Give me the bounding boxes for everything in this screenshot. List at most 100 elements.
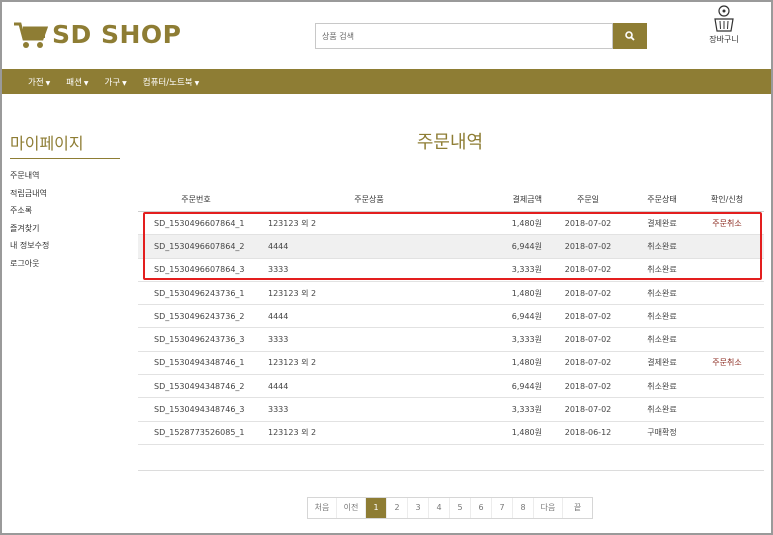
order-no[interactable]: SD_1530496243736_3 xyxy=(138,335,254,344)
sidebar-item-address-book[interactable]: 주소록 xyxy=(10,202,120,220)
search-button[interactable] xyxy=(613,23,647,49)
table-row: SD_1530494348746_1 123123 외 2 1,480원 201… xyxy=(138,352,764,376)
product-name: 123123 외 2 xyxy=(268,218,317,228)
order-date: 2018-07-02 xyxy=(564,335,612,345)
page-button-8[interactable]: 8 xyxy=(513,498,534,518)
cancel-order-button[interactable]: 주문취소 xyxy=(690,218,764,229)
sidebar-item-orders[interactable]: 주문내역 xyxy=(10,167,120,185)
order-status: 취소완료 xyxy=(647,288,677,298)
table-header: 주문번호 주문상품 결제금액 주문일 주문상태 확인/신청 xyxy=(138,188,764,212)
shopping-cart-icon xyxy=(14,22,48,48)
order-status: 취소완료 xyxy=(647,381,677,391)
order-date: 2018-07-02 xyxy=(564,288,612,298)
basket-link[interactable]: 장바구니 xyxy=(703,5,745,45)
order-status: 취소완료 xyxy=(647,241,677,251)
basket-label: 장바구니 xyxy=(709,35,739,44)
sidebar: 마이페이지 주문내역 적립금내역 주소록 즐겨찾기 내 정보수정 로그아웃 xyxy=(10,130,120,272)
order-status: 결제완료 xyxy=(647,358,677,368)
header-order-no: 주문번호 xyxy=(181,195,211,204)
order-no[interactable]: SD_1530494348746_2 xyxy=(138,382,254,391)
sidebar-item-logout[interactable]: 로그아웃 xyxy=(10,255,120,273)
amount: 3,333원 xyxy=(511,265,542,275)
table-row: SD_1530496243736_3 3333 3,333원 2018-07-0… xyxy=(138,328,764,352)
product-name: 4444 xyxy=(268,311,289,321)
table-row: SD_1530494348746_3 3333 3,333원 2018-07-0… xyxy=(138,398,764,422)
nav-item-computers[interactable]: 컴퓨터/노트북 ▼ xyxy=(143,76,199,88)
product-name: 3333 xyxy=(268,405,289,415)
amount: 1,480원 xyxy=(511,358,542,368)
page-button-2[interactable]: 2 xyxy=(387,498,408,518)
sidebar-title: 마이페이지 xyxy=(10,130,120,159)
nav-item-label: 가구 xyxy=(104,77,121,88)
header: SD SHOP 장바구니 xyxy=(0,0,773,69)
caret-down-icon: ▼ xyxy=(83,79,89,87)
table-row: SD_1530496607864_1 123123 외 2 1,480원 201… xyxy=(138,212,764,236)
page-button-6[interactable]: 6 xyxy=(471,498,492,518)
page-button-3[interactable]: 3 xyxy=(408,498,429,518)
amount: 1,480원 xyxy=(511,288,542,298)
order-status: 결제완료 xyxy=(647,218,677,228)
order-date: 2018-06-12 xyxy=(564,428,612,438)
sidebar-item-favorites[interactable]: 즐겨찾기 xyxy=(10,220,120,238)
page-button-4[interactable]: 4 xyxy=(429,498,450,518)
table-row: SD_1528773526085_1 123123 외 2 1,480원 201… xyxy=(138,422,764,445)
nav-item-label: 컴퓨터/노트북 xyxy=(142,77,193,88)
amount: 6,944원 xyxy=(511,311,542,321)
order-no[interactable]: SD_1530496243736_1 xyxy=(138,289,254,298)
nav-item-furniture[interactable]: 가구 ▼ xyxy=(105,76,127,88)
page-last-button[interactable]: 끝 xyxy=(563,498,592,518)
order-no[interactable]: SD_1530496607864_1 xyxy=(138,219,254,228)
header-product: 주문상품 xyxy=(354,195,384,204)
page-button-5[interactable]: 5 xyxy=(450,498,471,518)
order-status: 취소완료 xyxy=(647,311,677,321)
amount: 6,944원 xyxy=(511,381,542,391)
product-name: 4444 xyxy=(268,241,289,251)
order-no[interactable]: SD_1530496243736_2 xyxy=(138,312,254,321)
product-name: 123123 외 2 xyxy=(268,358,317,368)
page-next-button[interactable]: 다음 xyxy=(534,498,563,518)
order-date: 2018-07-02 xyxy=(564,218,612,228)
sidebar-item-points[interactable]: 적립금내역 xyxy=(10,185,120,203)
order-status: 취소완료 xyxy=(647,335,677,345)
order-status: 구매확정 xyxy=(647,428,677,438)
table-bottom-divider xyxy=(138,470,764,471)
order-date: 2018-07-02 xyxy=(564,358,612,368)
nav-item-appliances[interactable]: 가전 ▼ xyxy=(28,76,50,88)
amount: 3,333원 xyxy=(511,405,542,415)
page-button-7[interactable]: 7 xyxy=(492,498,513,518)
search-icon xyxy=(625,31,635,41)
caret-down-icon: ▼ xyxy=(45,79,51,87)
table-row: SD_1530496607864_3 3333 3,333원 2018-07-0… xyxy=(138,259,764,282)
product-name: 4444 xyxy=(268,381,289,391)
product-name: 123123 외 2 xyxy=(268,428,317,438)
amount: 6,944원 xyxy=(511,241,542,251)
table-row: SD_1530494348746_2 4444 6,944원 2018-07-0… xyxy=(138,375,764,399)
order-no[interactable]: SD_1530496607864_3 xyxy=(138,265,254,274)
amount: 3,333원 xyxy=(511,335,542,345)
page-first-button[interactable]: 처음 xyxy=(308,498,337,518)
order-date: 2018-07-02 xyxy=(564,241,612,251)
order-no[interactable]: SD_1530494348746_1 xyxy=(138,358,254,367)
main-nav: 가전 ▼ 패션 ▼ 가구 ▼ 컴퓨터/노트북 ▼ xyxy=(2,69,771,94)
order-date: 2018-07-02 xyxy=(564,405,612,415)
header-date: 주문일 xyxy=(576,195,600,204)
order-no[interactable]: SD_1530496607864_2 xyxy=(138,242,254,251)
basket-icon xyxy=(714,5,734,32)
caret-down-icon: ▼ xyxy=(122,79,127,87)
logo-text: SD SHOP xyxy=(52,20,182,49)
order-no[interactable]: SD_1528773526085_1 xyxy=(138,428,254,437)
amount: 1,480원 xyxy=(511,218,542,228)
product-name: 3333 xyxy=(268,335,289,345)
search-input[interactable] xyxy=(315,23,613,49)
order-no[interactable]: SD_1530494348746_3 xyxy=(138,405,254,414)
order-date: 2018-07-02 xyxy=(564,381,612,391)
nav-item-fashion[interactable]: 패션 ▼ xyxy=(66,76,88,88)
table-row: SD_1530496607864_2 4444 6,944원 2018-07-0… xyxy=(138,235,764,259)
page-title: 주문내역 xyxy=(416,132,484,153)
cancel-order-button[interactable]: 주문취소 xyxy=(690,357,764,368)
header-status: 주문상태 xyxy=(647,195,677,204)
page-button-1[interactable]: 1 xyxy=(366,498,387,518)
sidebar-item-edit-profile[interactable]: 내 정보수정 xyxy=(10,237,120,255)
page-prev-button[interactable]: 이전 xyxy=(337,498,366,518)
logo[interactable]: SD SHOP xyxy=(14,20,181,49)
